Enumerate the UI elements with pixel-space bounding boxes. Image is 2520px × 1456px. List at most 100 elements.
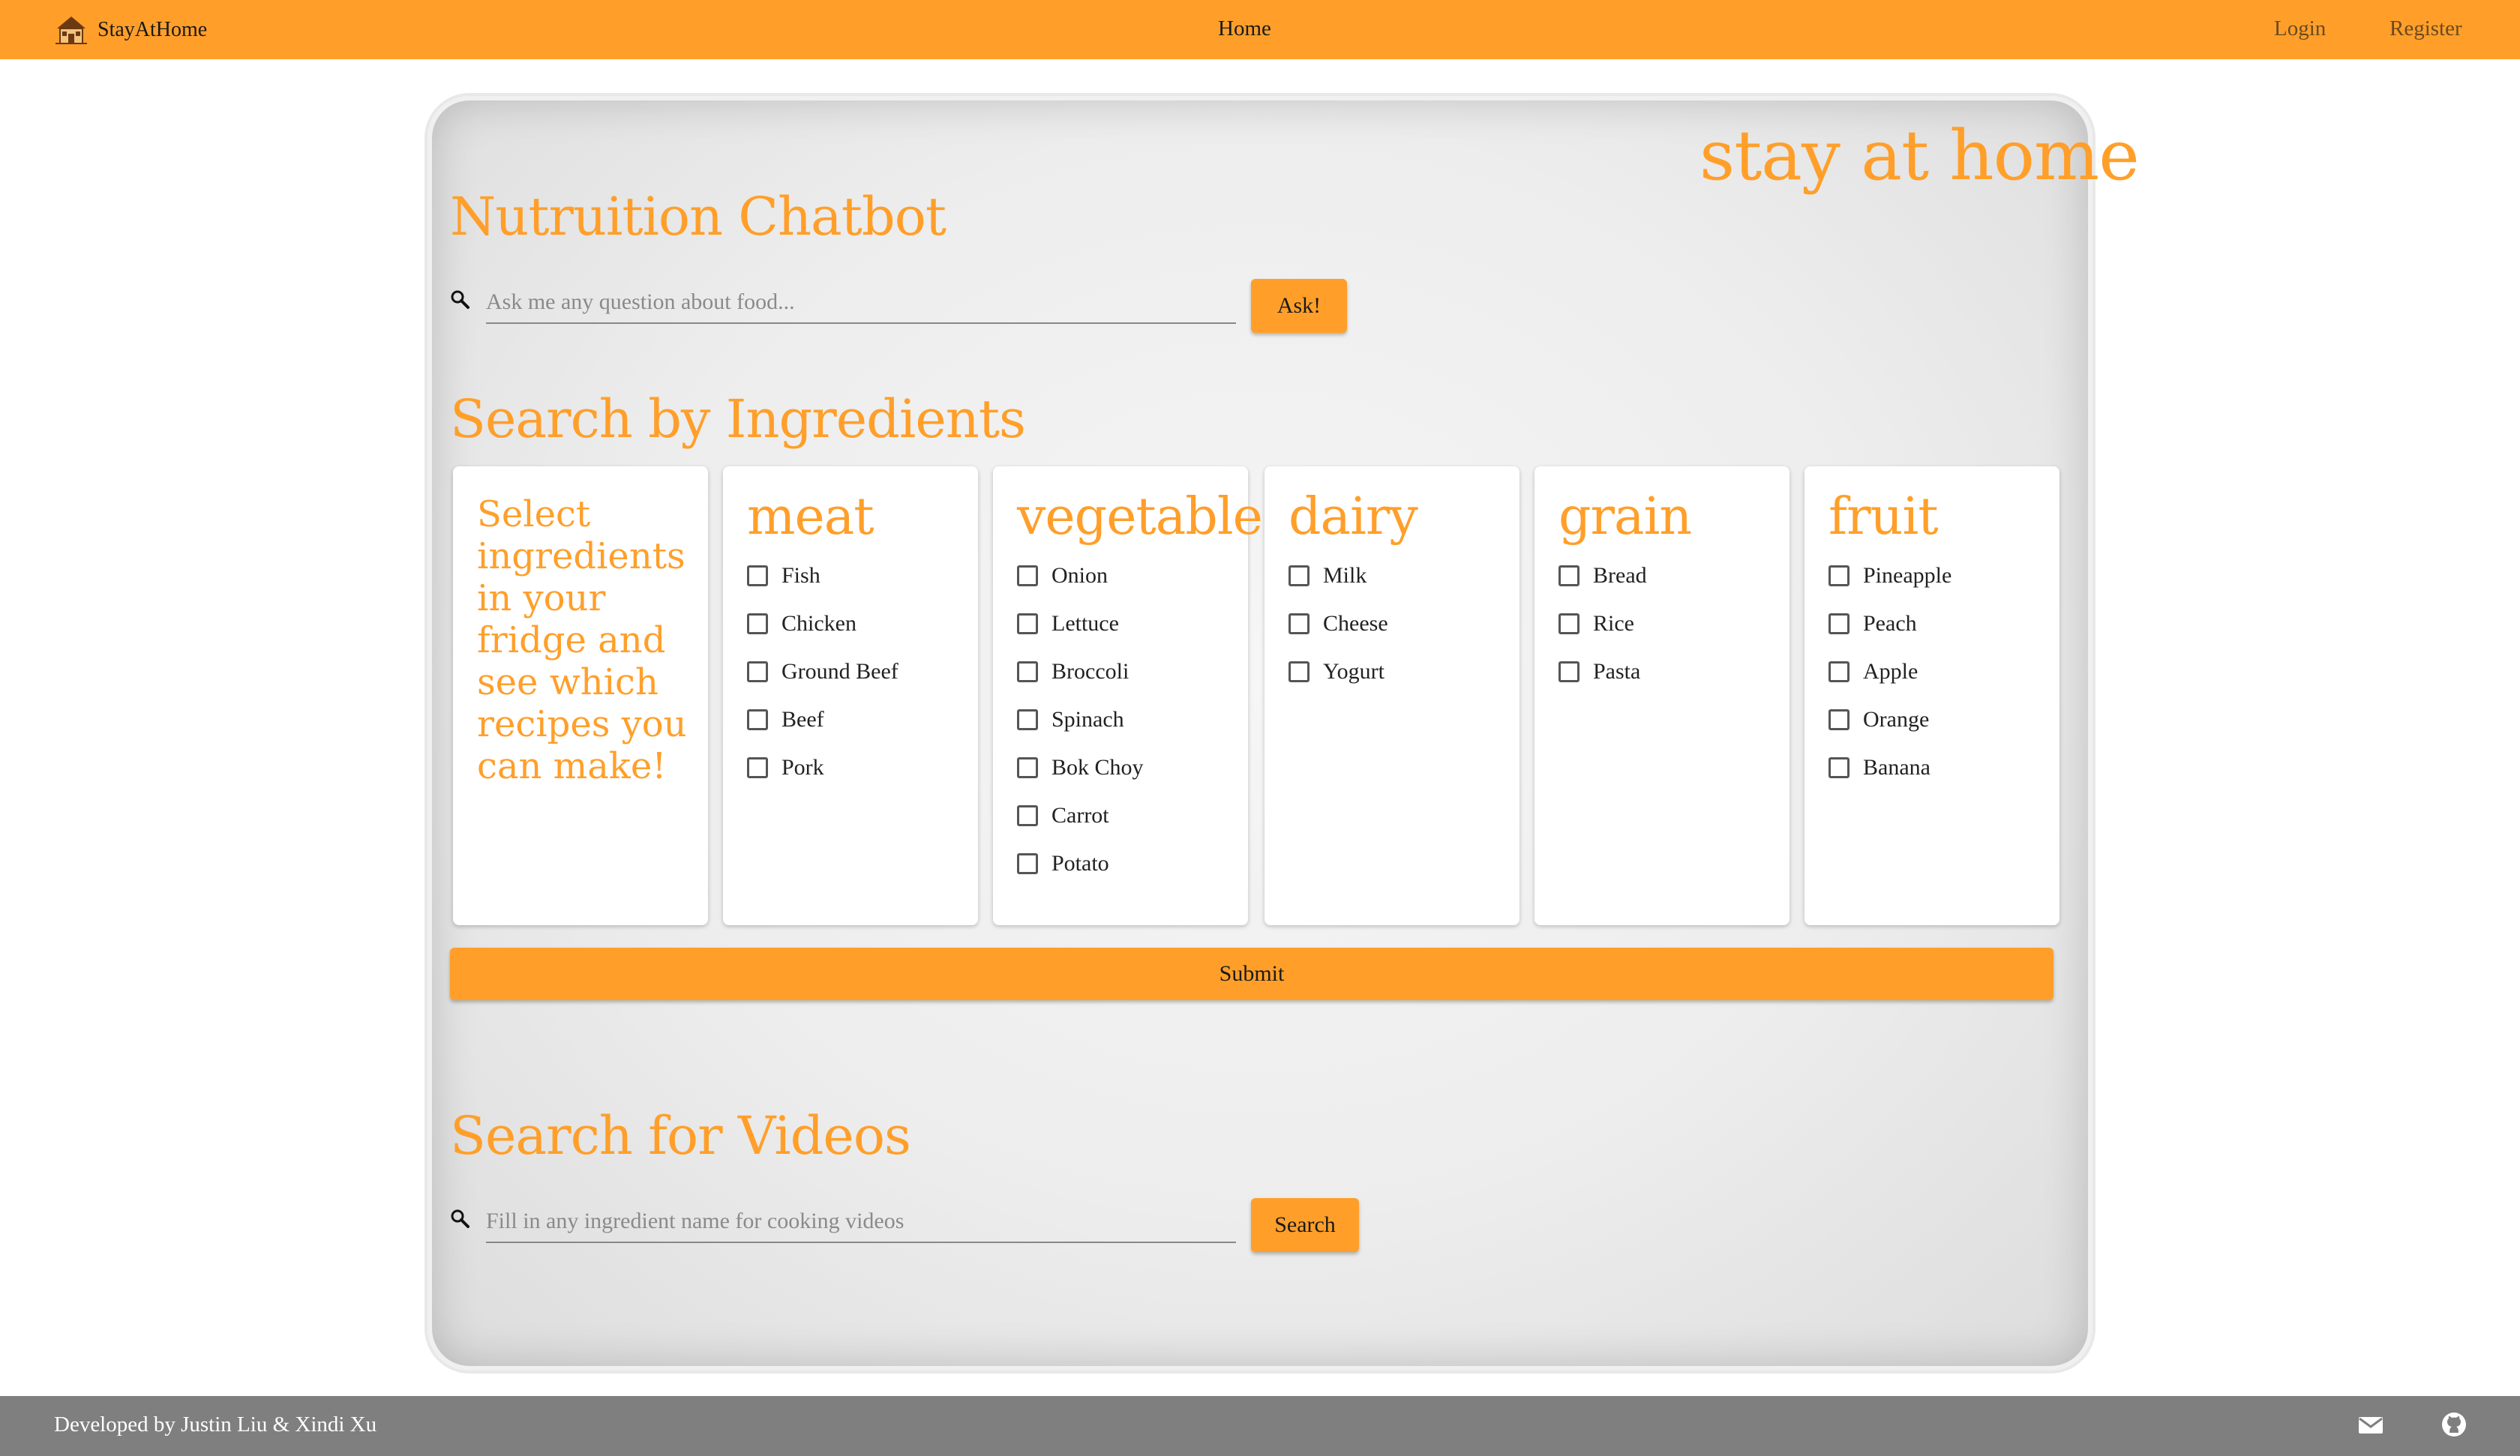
checkbox-label: Fish [782, 563, 820, 588]
checkbox-box[interactable] [1017, 709, 1038, 730]
checkbox-box[interactable] [1558, 565, 1580, 586]
mail-icon[interactable] [2358, 1414, 2384, 1437]
category-title: fruit [1828, 487, 1939, 547]
checkbox-banana[interactable]: Banana [1828, 753, 1930, 783]
checkbox-cheese[interactable]: Cheese [1288, 609, 1388, 639]
brand-link[interactable]: StayAtHome [54, 13, 207, 46]
checkbox-pork[interactable]: Pork [747, 753, 824, 783]
category-card-grain: grain Bread Rice Pasta [1534, 466, 1790, 925]
category-card-dairy: dairy Milk Cheese Yogurt [1264, 466, 1520, 925]
checkbox-box[interactable] [747, 661, 768, 682]
footer: Developed by Justin Liu & Xindi Xu [0, 1396, 2520, 1456]
checkbox-box[interactable] [1828, 757, 1850, 778]
checkbox-label: Orange [1863, 707, 1930, 732]
category-card-vegetable: vegetable Onion Lettuce Broccoli Spinach… [993, 466, 1263, 925]
checkbox-box[interactable] [1558, 613, 1580, 634]
checkbox-fish[interactable]: Fish [747, 561, 820, 591]
brand-name: StayAtHome [98, 18, 208, 41]
checkbox-box[interactable] [747, 709, 768, 730]
ask-button[interactable]: Ask! [1251, 279, 1347, 333]
checkbox-box[interactable] [1017, 757, 1038, 778]
checkbox-label: Chicken [782, 611, 856, 636]
checkbox-label: Spinach [1052, 707, 1124, 732]
checkbox-box[interactable] [1017, 613, 1038, 634]
checkbox-carrot[interactable]: Carrot [1017, 801, 1109, 831]
checkbox-label: Potato [1052, 851, 1109, 876]
search-videos-button[interactable]: Search [1251, 1198, 1359, 1252]
checkbox-spinach[interactable]: Spinach [1017, 705, 1124, 735]
checkbox-peach[interactable]: Peach [1828, 609, 1917, 639]
checkbox-box[interactable] [1288, 613, 1310, 634]
checkbox-label: Onion [1052, 563, 1108, 588]
checkbox-apple[interactable]: Apple [1828, 657, 1918, 687]
category-card-fruit: fruit Pineapple Peach Apple Orange Banan… [1804, 466, 2060, 925]
checkbox-label: Carrot [1052, 803, 1109, 828]
checkbox-label: Pasta [1593, 659, 1641, 684]
checkbox-chicken[interactable]: Chicken [747, 609, 856, 639]
checkbox-bok-choy[interactable]: Bok Choy [1017, 753, 1144, 783]
video-ingredient-input[interactable] [486, 1201, 1236, 1243]
checkbox-box[interactable] [747, 613, 768, 634]
nav-login-link[interactable]: Login [2274, 16, 2326, 41]
checkbox-milk[interactable]: Milk [1288, 561, 1366, 591]
checkbox-label: Broccoli [1052, 659, 1130, 684]
nav-register-link[interactable]: Register [2390, 16, 2462, 41]
checkbox-label: Bok Choy [1052, 755, 1144, 780]
checkbox-beef[interactable]: Beef [747, 705, 824, 735]
category-card-meat: meat Fish Chicken Ground Beef Beef Pork [723, 466, 978, 925]
checkbox-label: Banana [1863, 755, 1930, 780]
checkbox-label: Pork [782, 755, 824, 780]
checkbox-box[interactable] [747, 757, 768, 778]
checkbox-label: Lettuce [1052, 611, 1119, 636]
checkbox-box[interactable] [1288, 565, 1310, 586]
checkbox-box[interactable] [1017, 661, 1038, 682]
checkbox-box[interactable] [1017, 565, 1038, 586]
checkbox-label: Bread [1593, 563, 1647, 588]
checkbox-rice[interactable]: Rice [1558, 609, 1634, 639]
search-icon [451, 1209, 470, 1228]
category-title: grain [1558, 487, 1692, 547]
videos-search-row [450, 1197, 1350, 1257]
checkbox-label: Apple [1863, 659, 1918, 684]
checkbox-label: Beef [782, 707, 824, 732]
checkbox-box[interactable] [747, 565, 768, 586]
checkbox-label: Ground Beef [782, 659, 898, 684]
checkbox-pasta[interactable]: Pasta [1558, 657, 1640, 687]
checkbox-lettuce[interactable]: Lettuce [1017, 609, 1119, 639]
checkbox-onion[interactable]: Onion [1017, 561, 1108, 591]
checkbox-label: Milk [1323, 563, 1367, 588]
checkbox-box[interactable] [1288, 661, 1310, 682]
ingredients-intro-card: Select ingredients in your fridge and se… [453, 466, 708, 925]
checkbox-label: Yogurt [1323, 659, 1384, 684]
nav-home-link[interactable]: Home [1218, 16, 1271, 41]
checkbox-box[interactable] [1828, 565, 1850, 586]
checkbox-box[interactable] [1017, 853, 1038, 874]
checkbox-label: Cheese [1323, 611, 1388, 636]
hero-title: stay at home [1700, 115, 2140, 196]
videos-heading: Search for Videos [450, 1105, 911, 1167]
ingredients-intro-text: Select ingredients in your fridge and se… [477, 493, 687, 787]
checkbox-ground-beef[interactable]: Ground Beef [747, 657, 898, 687]
house-icon [56, 16, 87, 44]
checkbox-box[interactable] [1828, 613, 1850, 634]
chatbot-question-input[interactable] [486, 282, 1236, 324]
submit-ingredients-button[interactable]: Submit [450, 948, 2054, 1000]
checkbox-potato[interactable]: Potato [1017, 849, 1109, 879]
checkbox-broccoli[interactable]: Broccoli [1017, 657, 1129, 687]
checkbox-box[interactable] [1828, 661, 1850, 682]
checkbox-box[interactable] [1828, 709, 1850, 730]
checkbox-label: Rice [1593, 611, 1634, 636]
checkbox-label: Peach [1863, 611, 1917, 636]
github-icon[interactable] [2440, 1411, 2468, 1438]
checkbox-pineapple[interactable]: Pineapple [1828, 561, 1952, 591]
checkbox-box[interactable] [1558, 661, 1580, 682]
ingredients-heading: Search by Ingredients [450, 388, 1026, 450]
chatbot-heading: Nutruition Chatbot [450, 186, 946, 247]
checkbox-orange[interactable]: Orange [1828, 705, 1929, 735]
category-title: vegetable [1017, 487, 1263, 547]
checkbox-bread[interactable]: Bread [1558, 561, 1647, 591]
checkbox-box[interactable] [1017, 805, 1038, 826]
footer-credits: Developed by Justin Liu & Xindi Xu [54, 1413, 377, 1437]
category-title: meat [747, 487, 874, 547]
checkbox-yogurt[interactable]: Yogurt [1288, 657, 1384, 687]
